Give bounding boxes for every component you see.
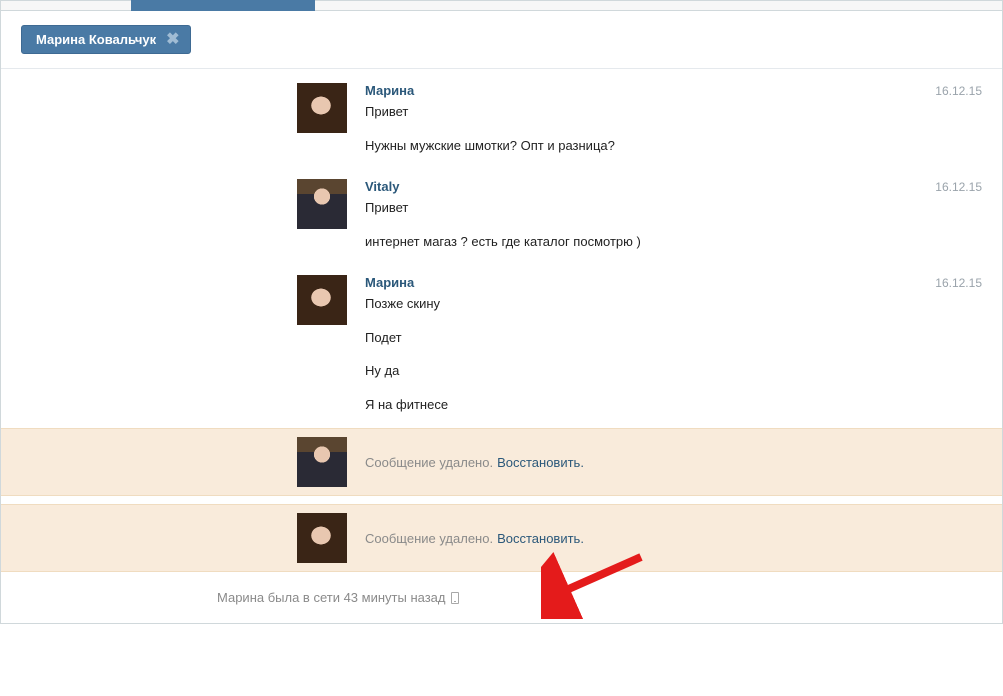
mobile-icon	[451, 592, 459, 604]
deleted-label: Сообщение удалено.	[365, 455, 493, 470]
message-date: 16.12.15	[935, 276, 982, 290]
message-text: Привет интернет магаз ? есть где каталог…	[365, 198, 982, 251]
message-content: Марина 16.12.15 Позже скину Подет Ну да …	[347, 275, 1002, 420]
deleted-content: Сообщение удалено. Восстановить.	[347, 513, 1002, 563]
filter-bar: Марина Ковальчук ✖	[1, 11, 1002, 69]
deleted-message-row: Сообщение удалено. Восстановить.	[1, 428, 1002, 496]
message-content: Vitaly 16.12.15 Привет интернет магаз ? …	[347, 179, 1002, 257]
message-line: Нужны мужские шмотки? Опт и разница?	[365, 136, 982, 156]
row-gutter	[1, 179, 149, 257]
message-line: интернет магаз ? есть где каталог посмот…	[365, 232, 982, 252]
message-text: Привет Нужны мужские шмотки? Опт и разни…	[365, 102, 982, 155]
status-text: Марина была в сети 43 минуты назад	[217, 590, 445, 605]
sender-link[interactable]: Марина	[365, 275, 414, 290]
avatar[interactable]	[297, 275, 347, 325]
deleted-content: Сообщение удалено. Восстановить.	[347, 437, 1002, 487]
message-text: Позже скину Подет Ну да Я на фитнесе	[365, 294, 982, 414]
top-tab-bar	[1, 1, 1002, 11]
row-gutter	[1, 275, 149, 420]
avatar[interactable]	[297, 437, 347, 487]
message-row: Vitaly 16.12.15 Привет интернет магаз ? …	[1, 169, 1002, 265]
avatar[interactable]	[297, 513, 347, 563]
message-line: Позже скину	[365, 294, 982, 314]
deleted-message-row: Сообщение удалено. Восстановить.	[1, 504, 1002, 572]
message-line: Подет	[365, 328, 982, 348]
message-list: Марина 16.12.15 Привет Нужны мужские шмо…	[1, 69, 1002, 623]
close-icon[interactable]: ✖	[166, 33, 179, 47]
avatar[interactable]	[297, 83, 347, 133]
message-row: Марина 16.12.15 Позже скину Подет Ну да …	[1, 265, 1002, 428]
sender-link[interactable]: Марина	[365, 83, 414, 98]
filter-chip[interactable]: Марина Ковальчук ✖	[21, 25, 191, 54]
chat-container: Марина Ковальчук ✖ Марина 16.12.15 Приве…	[0, 0, 1003, 624]
message-header: Марина 16.12.15	[365, 275, 982, 290]
message-row: Марина 16.12.15 Привет Нужны мужские шмо…	[1, 73, 1002, 169]
row-gutter	[1, 83, 149, 161]
message-date: 16.12.15	[935, 180, 982, 194]
message-content: Марина 16.12.15 Привет Нужны мужские шмо…	[347, 83, 1002, 161]
deleted-label: Сообщение удалено.	[365, 531, 493, 546]
row-gutter	[1, 513, 149, 563]
message-line: Я на фитнесе	[365, 395, 982, 415]
restore-link[interactable]: Восстановить.	[497, 455, 584, 470]
status-bar: Марина была в сети 43 минуты назад	[1, 580, 1002, 623]
message-line: Привет	[365, 198, 982, 218]
message-line: Ну да	[365, 361, 982, 381]
filter-chip-label: Марина Ковальчук	[36, 32, 156, 47]
avatar[interactable]	[297, 179, 347, 229]
row-gutter	[1, 437, 149, 487]
message-date: 16.12.15	[935, 84, 982, 98]
message-header: Vitaly 16.12.15	[365, 179, 982, 194]
message-header: Марина 16.12.15	[365, 83, 982, 98]
restore-link[interactable]: Восстановить.	[497, 531, 584, 546]
sender-link[interactable]: Vitaly	[365, 179, 399, 194]
message-line: Привет	[365, 102, 982, 122]
